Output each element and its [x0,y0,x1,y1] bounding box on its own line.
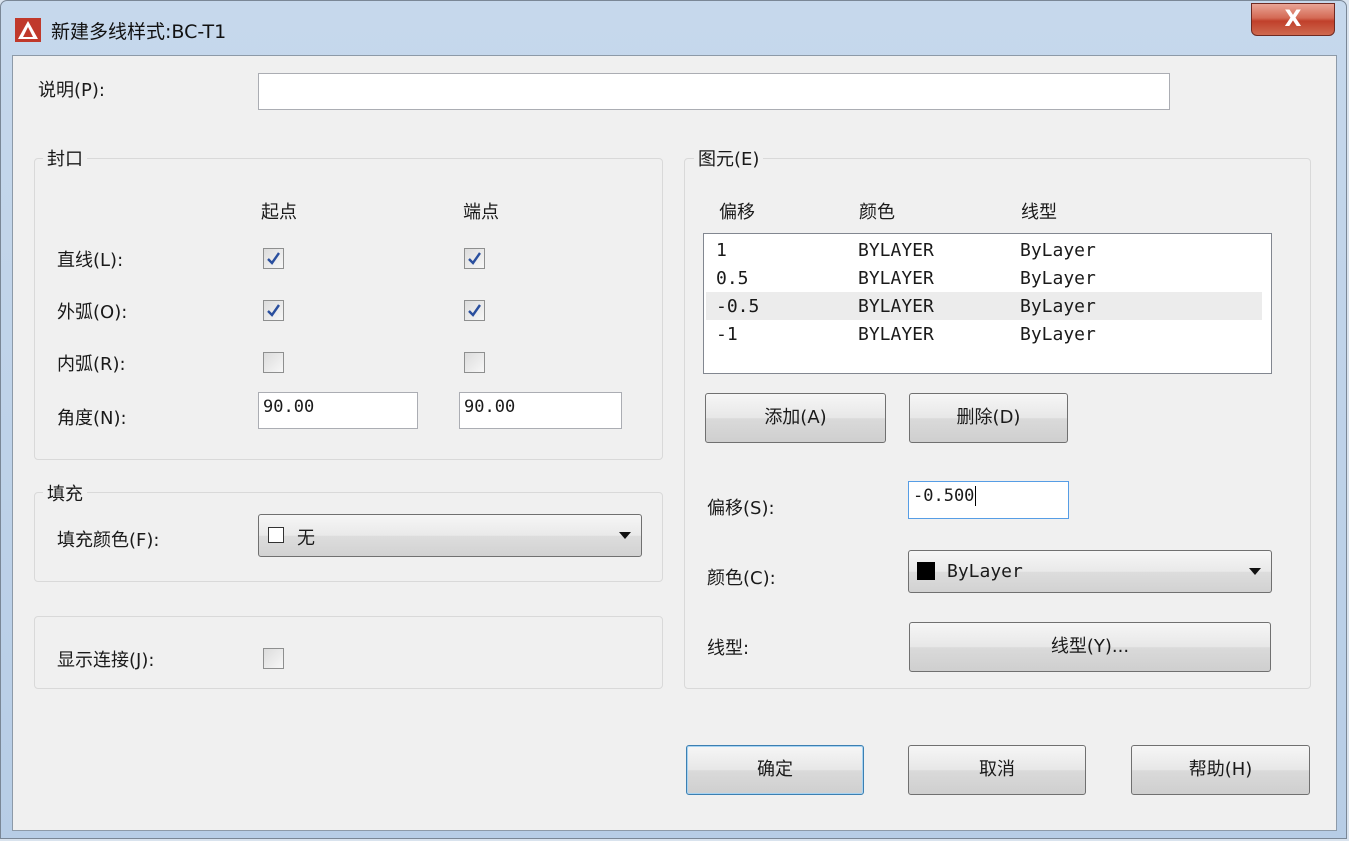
cap-inner-arc-label: 内弧(R): [57,354,126,375]
cap-angle-start-input[interactable]: 90.00 [258,392,418,429]
elements-header-offset: 偏移 [719,202,755,223]
dialog-body: 说明(P): 封口 起点 端点 直线(L): 外弧(O): 内弧(R): 角度(… [12,55,1337,831]
cap-line-label: 直线(L): [57,250,124,271]
title-bar[interactable]: 新建多线样式:BC-T1 X [1,1,1346,55]
checkmark-icon [468,252,481,265]
ok-button[interactable]: 确定 [686,745,864,795]
elements-list[interactable]: 1 BYLAYER ByLayer 0.5 BYLAYER ByLayer -0… [703,233,1272,374]
fill-color-dropdown[interactable]: 无 [258,514,642,557]
autocad-app-icon [15,18,41,42]
element-offset-input[interactable]: -0.500 [908,481,1069,519]
cap-inner-arc-start-checkbox[interactable] [263,352,284,373]
elements-header-linetype: 线型 [1021,202,1057,223]
element-linetype-label: 线型: [707,638,750,659]
list-item[interactable]: -1 BYLAYER ByLayer [706,320,1262,348]
elements-group-title: 图元(E) [694,145,764,171]
element-color-dropdown[interactable]: ByLayer [908,550,1272,593]
element-color-value: ByLayer [947,561,1023,582]
display-joints-checkbox[interactable] [263,648,284,669]
cap-line-end-checkbox[interactable] [464,248,485,269]
element-offset-label: 偏移(S): [707,498,775,519]
description-input[interactable] [258,73,1170,110]
text-cursor [975,486,977,506]
caps-start-header: 起点 [261,202,297,223]
cap-outer-arc-label: 外弧(O): [57,302,128,323]
elements-header-color: 颜色 [859,202,895,223]
checkmark-icon [267,304,280,317]
list-item-selected[interactable]: -0.5 BYLAYER ByLayer [706,292,1262,320]
dialog-window: 新建多线样式:BC-T1 X 说明(P): 封口 起点 端点 直线(L): 外弧… [0,0,1347,839]
add-element-button[interactable]: 添加(A) [705,393,886,443]
help-button[interactable]: 帮助(H) [1131,745,1310,795]
no-color-swatch-icon [268,527,284,543]
color-swatch-icon [917,562,935,580]
checkmark-icon [267,252,280,265]
fill-group-title: 填充 [43,480,87,506]
cap-outer-arc-end-checkbox[interactable] [464,300,485,321]
dropdown-arrow-icon [1249,568,1261,575]
cap-angle-label: 角度(N): [57,408,127,429]
checkmark-icon [468,304,481,317]
element-color-label: 颜色(C): [707,568,776,589]
fill-color-value: 无 [297,528,315,549]
cap-line-start-checkbox[interactable] [263,248,284,269]
window-title: 新建多线样式:BC-T1 [51,21,227,43]
caps-end-header: 端点 [463,202,499,223]
description-label: 说明(P): [38,80,105,101]
cap-angle-end-input[interactable]: 90.00 [459,392,622,429]
delete-element-button[interactable]: 删除(D) [909,393,1068,443]
linetype-button[interactable]: 线型(Y)... [909,622,1271,672]
cap-outer-arc-start-checkbox[interactable] [263,300,284,321]
dropdown-arrow-icon [619,532,631,539]
cancel-button[interactable]: 取消 [908,745,1086,795]
fill-color-label: 填充颜色(F): [57,530,160,551]
list-item[interactable]: 0.5 BYLAYER ByLayer [706,264,1262,292]
cap-inner-arc-end-checkbox[interactable] [464,352,485,373]
list-item[interactable]: 1 BYLAYER ByLayer [706,236,1262,264]
caps-group-title: 封口 [43,145,87,171]
display-joints-label: 显示连接(J): [57,650,155,671]
close-button[interactable]: X [1251,3,1335,36]
